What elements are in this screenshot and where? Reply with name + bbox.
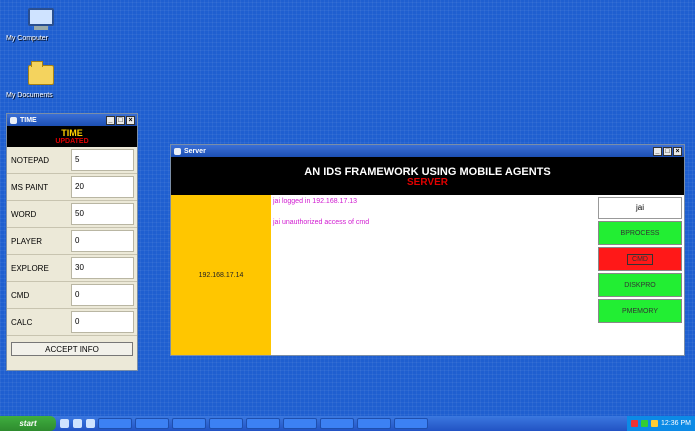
time-heading: TIME <box>61 128 83 138</box>
server-window: Server _ □ × AN IDS FRAMEWORK USING MOBI… <box>170 144 685 356</box>
time-window: TIME _ □ × TIME UPDATED NOTEPAD 5 MS PAI… <box>6 113 138 371</box>
cmd-button[interactable]: CMD <box>598 247 682 271</box>
control-panel: jai BPROCESS CMD DISKPRO PMEMORY <box>596 195 684 355</box>
window-title: TIME <box>20 116 37 124</box>
taskbar-window-button[interactable] <box>283 418 317 429</box>
server-subtitle: SERVER <box>407 177 448 188</box>
window-title: Server <box>184 147 206 155</box>
app-label: MS PAINT <box>11 182 49 192</box>
app-label: PLAYER <box>11 236 42 246</box>
time-value-field[interactable]: 0 <box>71 284 134 306</box>
quick-launch-icon[interactable] <box>86 419 95 428</box>
taskbar-window-button[interactable] <box>209 418 243 429</box>
minimize-icon[interactable]: _ <box>106 115 115 125</box>
taskbar: start 12:36 PM <box>0 416 695 431</box>
time-value-field[interactable]: 20 <box>71 176 134 198</box>
app-label: CALC <box>11 317 33 327</box>
app-label: NOTEPAD <box>11 155 50 165</box>
accept-info-button[interactable]: ACCEPT INFO <box>11 342 133 356</box>
maximize-icon[interactable]: □ <box>663 146 672 156</box>
taskbar-window-button[interactable] <box>98 418 132 429</box>
taskbar-window-button[interactable] <box>357 418 391 429</box>
desktop-icon-label: My Documents <box>6 92 53 99</box>
java-app-icon <box>174 147 181 155</box>
time-row-explore: EXPLORE 30 <box>7 255 137 282</box>
clock[interactable]: 12:36 PM <box>661 420 691 427</box>
time-row-mspaint: MS PAINT 20 <box>7 174 137 201</box>
start-button[interactable]: start <box>0 416 56 431</box>
time-value-field[interactable]: 0 <box>71 230 134 252</box>
close-icon[interactable]: × <box>126 115 135 125</box>
desktop-icon-label: My Computer <box>6 35 49 42</box>
desktop-icon-my-computer[interactable]: My Computer <box>6 8 76 42</box>
my-computer-icon <box>28 8 54 32</box>
time-row-word: WORD 50 <box>7 201 137 228</box>
taskbar-window-button[interactable] <box>135 418 169 429</box>
taskbar-window-button[interactable] <box>394 418 428 429</box>
time-row-notepad: NOTEPAD 5 <box>7 147 137 174</box>
quick-launch-icon[interactable] <box>73 419 82 428</box>
time-row-cmd: CMD 0 <box>7 282 137 309</box>
server-window-titlebar[interactable]: Server _ □ × <box>171 145 684 157</box>
time-value-field[interactable]: 50 <box>71 203 134 225</box>
tray-icon[interactable] <box>641 420 649 427</box>
close-icon[interactable]: × <box>673 146 682 156</box>
taskbar-window-button[interactable] <box>172 418 206 429</box>
server-body: 192.168.17.14 jai logged in 192.168.17.1… <box>171 195 684 355</box>
folder-icon <box>28 61 54 89</box>
app-label: EXPLORE <box>11 263 49 273</box>
log-entry: jai unauthorized access of cmd <box>273 219 370 226</box>
time-value-field[interactable]: 30 <box>71 257 134 279</box>
maximize-icon[interactable]: □ <box>116 115 125 125</box>
system-tray: 12:36 PM <box>627 416 695 431</box>
pmemory-button[interactable]: PMEMORY <box>598 299 682 323</box>
desktop-icon-my-documents[interactable]: My Documents <box>6 61 76 99</box>
time-subheading: UPDATED <box>55 138 89 145</box>
log-entry: jai logged in 192.168.17.13 <box>273 198 358 205</box>
app-label: WORD <box>11 209 37 219</box>
time-header: TIME UPDATED <box>7 126 137 147</box>
tray-icon[interactable] <box>631 420 639 427</box>
time-value-field[interactable]: 0 <box>71 311 134 333</box>
tray-icon[interactable] <box>651 420 659 427</box>
taskbar-window-button[interactable] <box>246 418 280 429</box>
bprocess-button[interactable]: BPROCESS <box>598 221 682 245</box>
server-header: AN IDS FRAMEWORK USING MOBILE AGENTS SER… <box>171 157 684 195</box>
java-app-icon <box>10 116 17 124</box>
time-list: NOTEPAD 5 MS PAINT 20 WORD 50 PLAYER 0 E… <box>7 147 137 336</box>
quick-launch-icon[interactable] <box>60 419 69 428</box>
time-row-calc: CALC 0 <box>7 309 137 336</box>
app-label: CMD <box>11 290 30 300</box>
time-value-field[interactable]: 5 <box>71 149 134 171</box>
taskbar-window-button[interactable] <box>320 418 354 429</box>
client-ip-panel[interactable]: 192.168.17.14 <box>171 195 271 355</box>
activity-log: jai logged in 192.168.17.13 jai unauthor… <box>271 195 596 355</box>
client-ip-label: 192.168.17.14 <box>198 271 244 279</box>
cmd-button-label: CMD <box>627 253 653 265</box>
time-row-player: PLAYER 0 <box>7 228 137 255</box>
time-window-titlebar[interactable]: TIME _ □ × <box>7 114 137 126</box>
minimize-icon[interactable]: _ <box>653 146 662 156</box>
user-field[interactable]: jai <box>598 197 682 219</box>
diskpro-button[interactable]: DISKPRO <box>598 273 682 297</box>
